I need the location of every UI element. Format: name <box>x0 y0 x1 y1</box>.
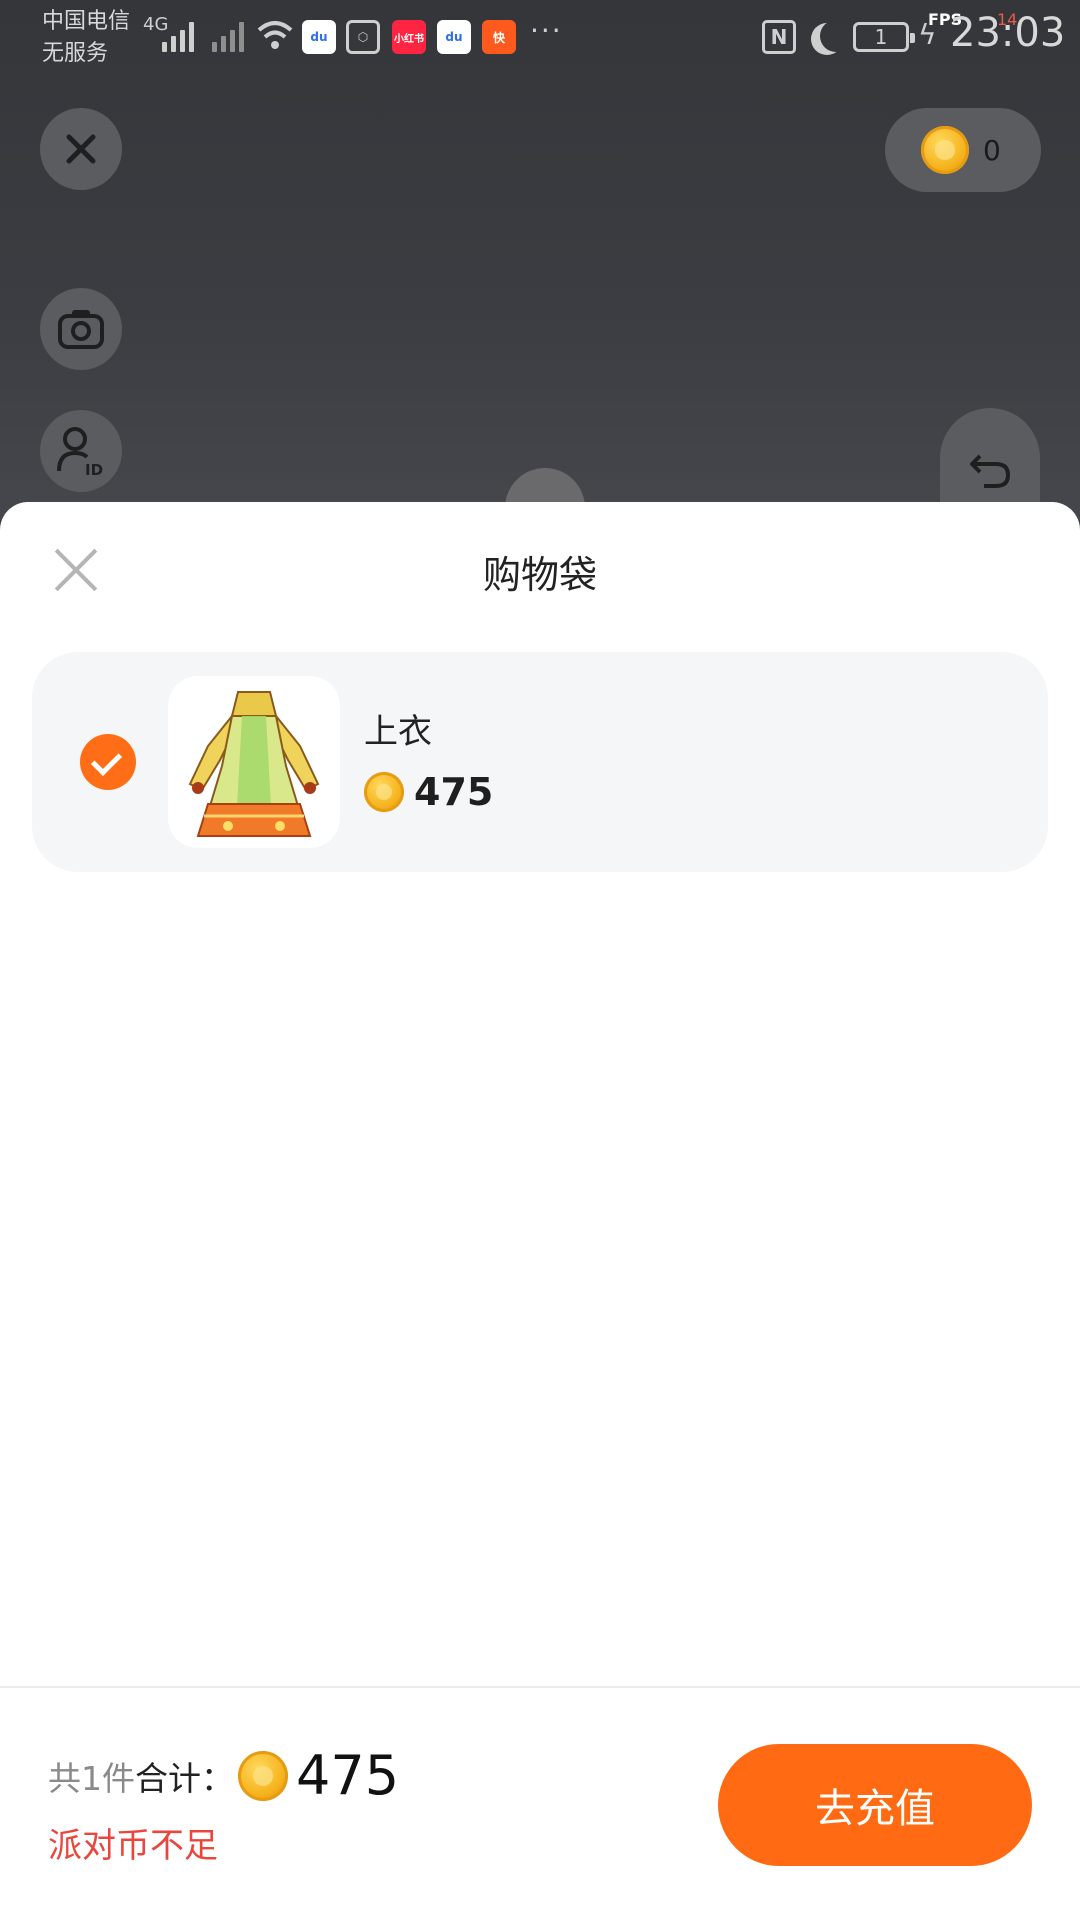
close-scene-button[interactable] <box>40 108 122 190</box>
nfc-icon: N <box>762 20 796 54</box>
camera-button[interactable] <box>40 288 122 370</box>
carrier-name: 中国电信 <box>42 9 131 34</box>
checkout-footer: 共1件 合计： 475 派对币不足 去充值 <box>0 1686 1080 1920</box>
total-label: 合计： <box>135 1758 234 1798</box>
user-id-icon: ID <box>57 427 103 477</box>
service-status: 无服务 <box>42 41 109 66</box>
svg-text:ID: ID <box>85 461 103 477</box>
item-selected-checkbox[interactable] <box>80 734 136 790</box>
party-coin-icon <box>921 126 969 174</box>
status-bar: 中国电信 无服务 4G du ⬡ 小红书 du 快 ··· N 1 ϟ FPS … <box>0 0 1080 80</box>
carrier-info: 中国电信 无服务 <box>42 6 130 70</box>
baidu-icon: du <box>302 20 336 54</box>
sheet-title: 购物袋 <box>482 553 597 597</box>
signal-2-icon <box>212 18 244 52</box>
order-total: 共1件 合计： 475 <box>48 1744 399 1807</box>
profile-id-button[interactable]: ID <box>40 410 122 492</box>
total-value: 475 <box>296 1744 400 1807</box>
signal-icon <box>162 18 194 52</box>
item-price: 475 <box>364 770 493 814</box>
item-count: 共1件 <box>48 1758 135 1798</box>
wifi-icon <box>257 21 293 49</box>
party-coin-icon <box>364 772 404 812</box>
insufficient-coins-warning: 派对币不足 <box>48 1826 218 1866</box>
item-name: 上衣 <box>364 712 432 752</box>
item-thumbnail <box>168 676 340 848</box>
close-icon <box>66 134 96 164</box>
dress-image <box>188 691 320 837</box>
do-not-disturb-icon <box>820 20 852 52</box>
cart-item[interactable]: 上衣 475 <box>32 652 1048 872</box>
baidu-2-icon: du <box>437 20 471 54</box>
hexagon-icon: ⬡ <box>346 20 380 54</box>
coin-balance-value: 0 <box>983 133 1001 167</box>
xiaohongshu-icon: 小红书 <box>392 20 426 54</box>
undo-icon <box>970 454 1011 488</box>
coin-balance[interactable]: 0 <box>885 108 1041 192</box>
clock: 23:03 <box>950 10 1066 56</box>
more-notifications-icon: ··· <box>530 14 563 47</box>
recharge-button[interactable]: 去充值 <box>718 1744 1032 1866</box>
camera-icon <box>58 310 104 349</box>
kuaishou-icon: 快 <box>482 20 516 54</box>
item-price-value: 475 <box>414 770 494 814</box>
party-coin-icon <box>238 1750 288 1801</box>
battery-icon: 1 <box>853 22 915 52</box>
